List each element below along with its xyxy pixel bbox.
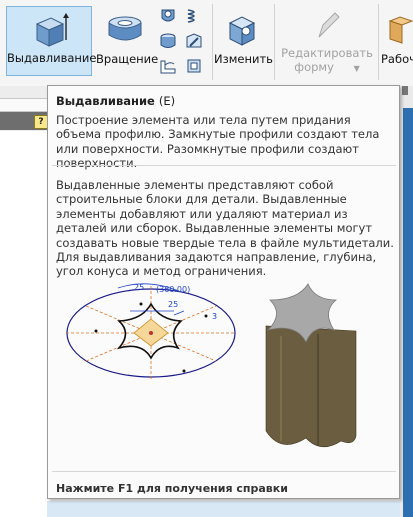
ribbon-separator <box>212 4 213 80</box>
dimension-angle: (360.00) <box>156 285 190 294</box>
tooltip-shortcut: (E) <box>158 94 176 108</box>
sweep-icon[interactable] <box>158 6 180 26</box>
dimension-25-left: 25 <box>134 283 144 292</box>
extruded-solid-render <box>265 283 357 448</box>
loft-icon[interactable] <box>158 31 180 51</box>
revolve-icon <box>108 16 142 41</box>
ribbon-toolbar: Выдавливание Вращение Изменить Редактиро… <box>0 0 413 87</box>
modify-label: Изменить <box>214 52 273 66</box>
graphics-window-background <box>47 501 400 517</box>
sketch-profile-diagram: 25 (360.00) 25 3 <box>66 283 236 380</box>
edit-form-button[interactable]: Редактировать форму ▼ <box>278 8 376 78</box>
tooltip-footer-divider <box>52 471 396 472</box>
rib-icon[interactable] <box>184 31 206 51</box>
tooltip-summary: Построение элемента или тела путем прида… <box>56 113 380 171</box>
extrude-icon <box>35 13 69 47</box>
modify-button[interactable]: Изменить <box>214 8 273 74</box>
browser-panel-header <box>0 98 50 112</box>
emboss-icon[interactable] <box>158 56 180 76</box>
work-features-label: Рабоч <box>381 52 413 66</box>
revolve-button[interactable]: Вращение <box>96 8 159 74</box>
browser-tree-area <box>0 131 50 517</box>
dimension-25-mid: 25 <box>168 300 178 309</box>
edit-form-label-line1: Редактировать <box>281 46 373 60</box>
work-features-button[interactable]: Рабоч <box>381 8 413 74</box>
derive-icon[interactable] <box>184 56 206 76</box>
help-icon[interactable]: ? <box>34 115 48 129</box>
edit-form-icon <box>318 12 340 38</box>
tooltip-title-text: Выдавливание <box>56 94 155 108</box>
graphics-window-background <box>403 108 413 517</box>
work-features-icon <box>388 16 413 44</box>
extrude-tooltip: Выдавливание (E) Построение элемента или… <box>47 85 400 499</box>
revolve-label: Вращение <box>96 52 159 66</box>
small-feature-buttons <box>156 4 212 80</box>
tooltip-divider <box>52 165 396 166</box>
dimension-3: 3 <box>212 312 217 321</box>
edit-form-label-line2: форму ▼ <box>294 60 360 74</box>
ribbon-separator <box>274 4 275 80</box>
extrude-label: Выдавливание <box>7 51 97 65</box>
coil-icon[interactable] <box>184 6 206 26</box>
dropdown-arrow-icon: ▼ <box>353 64 360 73</box>
modify-icon <box>228 16 256 46</box>
tooltip-footer: Нажмите F1 для получения справки <box>56 482 288 495</box>
extrude-illustration: 25 (360.00) 25 3 <box>66 283 357 448</box>
tooltip-title: Выдавливание (E) <box>56 94 175 108</box>
scroll-marker <box>402 86 408 95</box>
extrude-button[interactable]: Выдавливание <box>6 6 97 76</box>
ribbon-separator <box>378 4 379 80</box>
tooltip-details: Выдавленные элементы представляют собой … <box>56 178 394 279</box>
